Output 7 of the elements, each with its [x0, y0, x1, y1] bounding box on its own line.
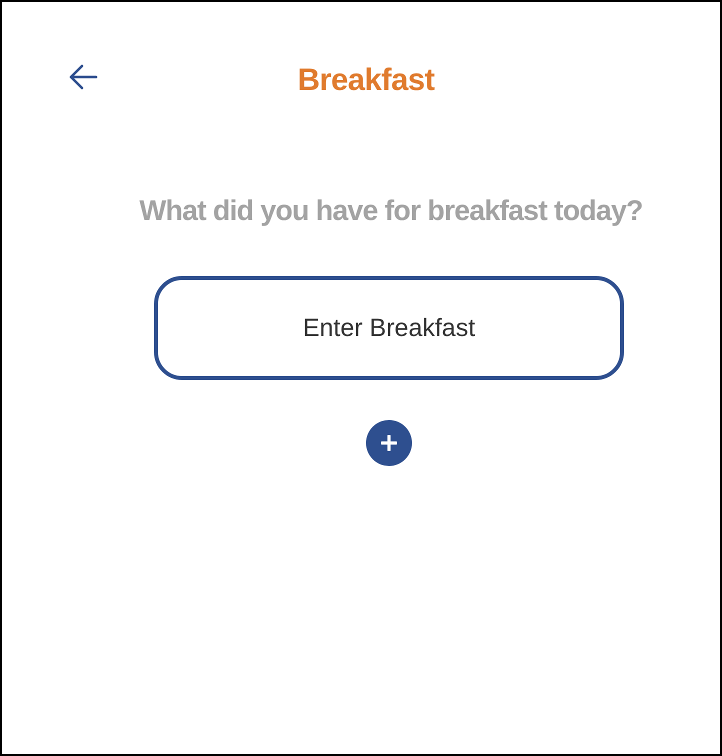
back-arrow-icon: [68, 64, 98, 90]
add-button[interactable]: [366, 420, 412, 466]
plus-icon: [381, 435, 397, 451]
screen-title: Breakfast: [298, 62, 434, 98]
question-text: What did you have for breakfast today?: [139, 195, 643, 228]
breakfast-input-field[interactable]: Enter Breakfast: [154, 276, 624, 380]
back-button[interactable]: [68, 64, 98, 90]
